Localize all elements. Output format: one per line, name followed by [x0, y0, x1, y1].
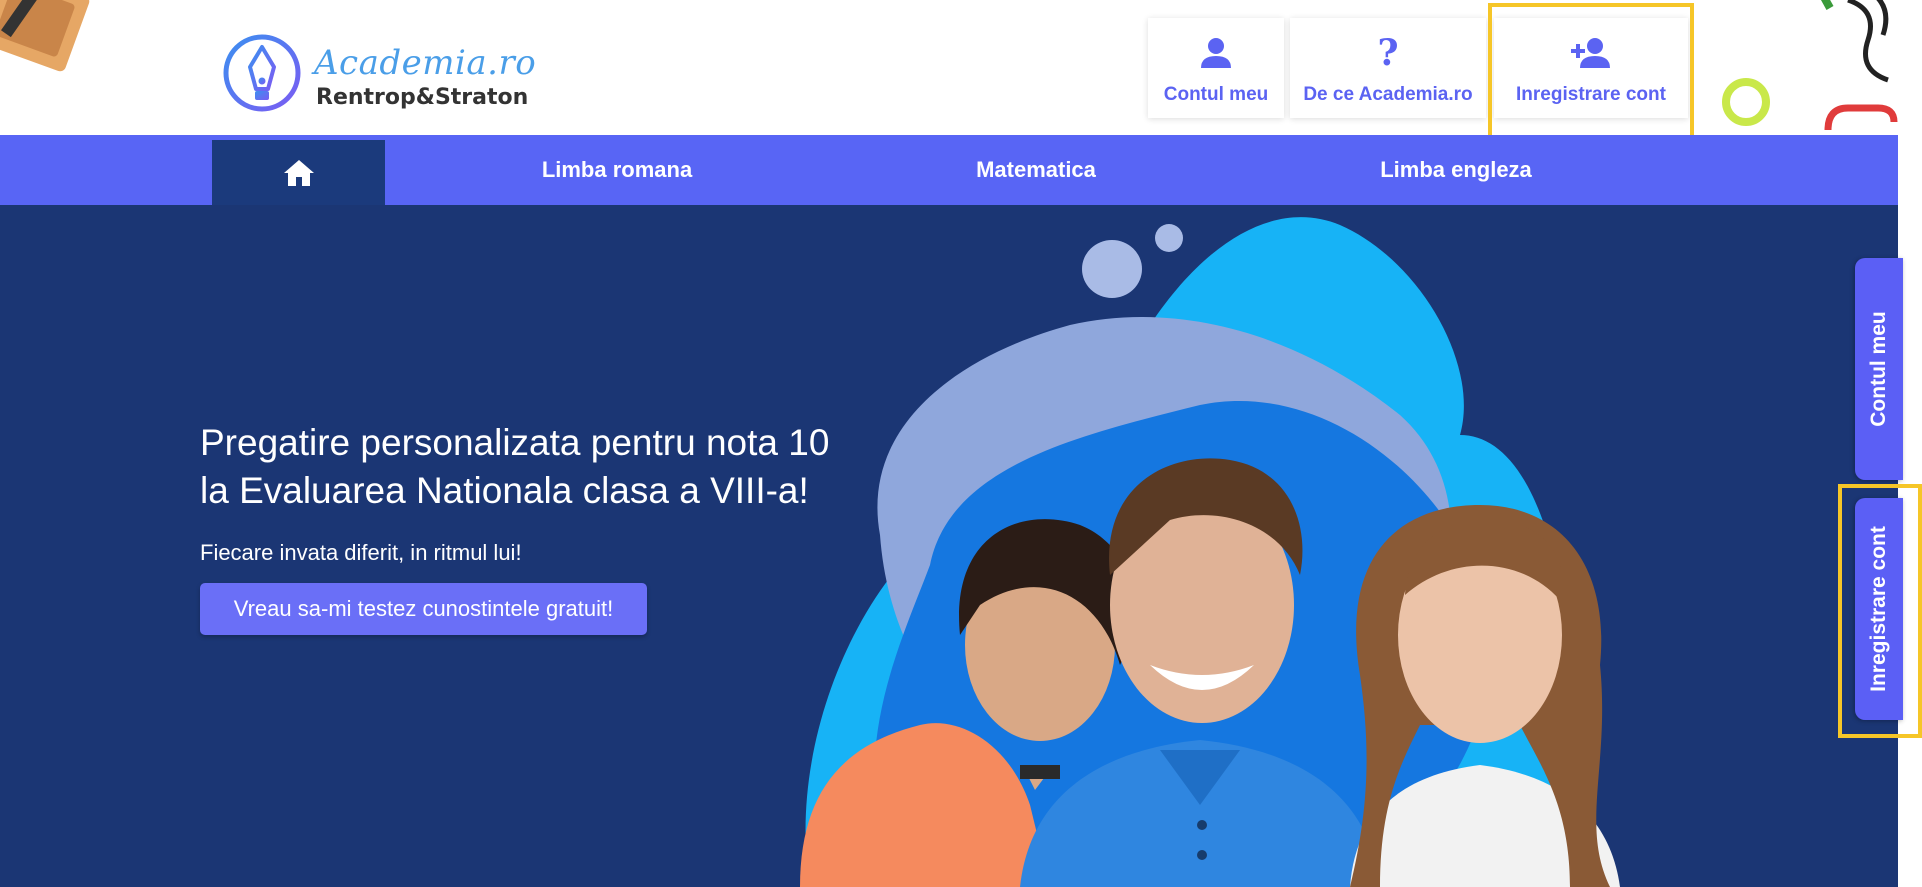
nav-item-limba-romana[interactable]: Limba romana	[517, 135, 717, 205]
free-test-button[interactable]: Vreau sa-mi testez cunostintele gratuit!	[200, 583, 647, 635]
hero-subtitle: Fiecare invata diferit, in ritmul lui!	[200, 540, 522, 565]
hero-title-line2: la Evaluarea Nationala clasa a VIII-a!	[200, 470, 809, 511]
student-girl-right	[1350, 505, 1620, 887]
hero-illustration	[800, 217, 1620, 887]
logo-company-text: Rentrop&Straton	[316, 85, 529, 110]
question-icon: ?	[1290, 34, 1486, 72]
home-icon	[283, 159, 314, 186]
nav-item-matematica[interactable]: Matematica	[936, 135, 1136, 205]
register-button-label: Inregistrare cont	[1516, 84, 1666, 105]
logo-script-text: Academia.ro	[314, 43, 537, 83]
hero-title-line1: Pregatire personalizata pentru nota 10	[200, 422, 830, 463]
main-nav: Limba romana Matematica Limba engleza	[0, 135, 1898, 205]
desk-decoration-right	[1722, 0, 1898, 131]
site-header: Academia.ro Rentrop&Straton Contul meu ?…	[0, 0, 1898, 135]
account-button-label: Contul meu	[1163, 84, 1269, 105]
nav-item-limba-engleza[interactable]: Limba engleza	[1356, 135, 1556, 205]
hero-title: Pregatire personalizata pentru nota 10 l…	[200, 419, 920, 515]
account-button[interactable]: Contul meu	[1148, 18, 1284, 118]
hero-section: Pregatire personalizata pentru nota 10 l…	[0, 205, 1898, 887]
question-glyph: ?	[1377, 32, 1399, 74]
side-tab-account-label: Contul meu	[1867, 311, 1890, 427]
side-tab-register-label: Inregistrare cont	[1867, 526, 1890, 692]
side-tab-account[interactable]: Contul meu	[1855, 258, 1903, 480]
register-button[interactable]: Inregistrare cont	[1494, 18, 1688, 118]
why-academia-button-label: De ce Academia.ro	[1303, 84, 1473, 105]
add-user-icon	[1494, 34, 1688, 72]
user-icon	[1148, 34, 1284, 72]
side-tab-register[interactable]: Inregistrare cont	[1855, 498, 1903, 720]
fountain-pen-icon	[223, 34, 301, 112]
why-academia-button[interactable]: ? De ce Academia.ro	[1290, 18, 1486, 118]
nav-home[interactable]	[212, 140, 385, 205]
desk-decoration	[0, 0, 90, 72]
